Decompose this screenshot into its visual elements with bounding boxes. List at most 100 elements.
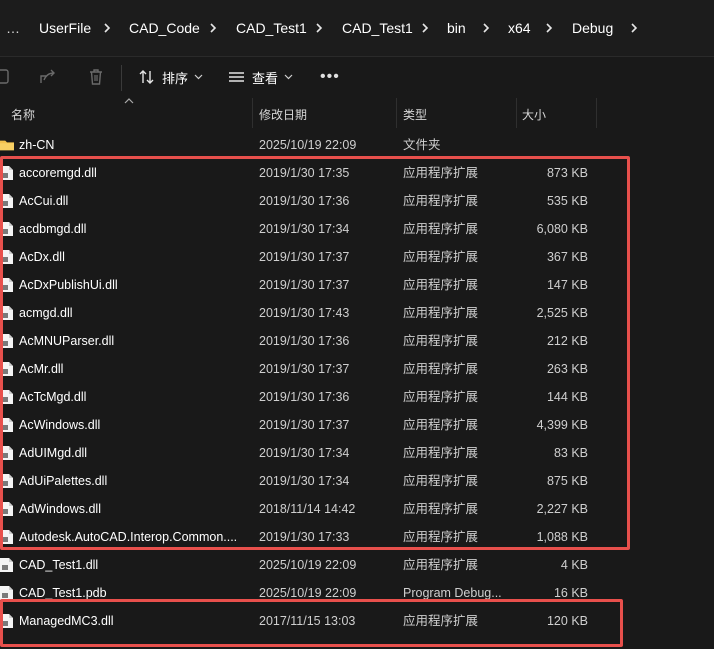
share-icon[interactable] bbox=[38, 67, 58, 87]
column-divider[interactable] bbox=[596, 98, 597, 128]
dll-file-icon bbox=[0, 166, 13, 180]
file-row[interactable]: AdWindows.dll 2018/11/14 14:42 应用程序扩展 2,227… bbox=[0, 495, 714, 523]
dll-file-icon bbox=[0, 362, 13, 376]
file-row[interactable]: zh-CN 2025/10/19 22:09 文件夹 bbox=[0, 131, 714, 159]
file-size: 535 KB bbox=[546, 194, 588, 208]
pdb-file-icon bbox=[0, 586, 13, 600]
file-modified-date: 2019/1/30 17:37 bbox=[259, 362, 350, 376]
chevron-right-icon[interactable] bbox=[419, 18, 431, 38]
file-row[interactable]: AdUiPalettes.dll 2019/1/30 17:34 应用程序扩展 875… bbox=[0, 467, 714, 495]
file-row[interactable]: AcCui.dll 2019/1/30 17:36 应用程序扩展 535 KB bbox=[0, 187, 714, 215]
file-size: 367 KB bbox=[546, 250, 588, 264]
file-size: 875 KB bbox=[546, 474, 588, 488]
file-row[interactable]: AdUIMgd.dll 2019/1/30 17:34 应用程序扩展 83 KB bbox=[0, 439, 714, 467]
copy-icon[interactable] bbox=[0, 67, 14, 87]
dll-file-icon bbox=[0, 614, 13, 628]
breadcrumb-overflow-button[interactable]: … bbox=[6, 18, 21, 38]
file-modified-date: 2019/1/30 17:36 bbox=[259, 390, 350, 404]
file-name: AcMNUParser.dll bbox=[19, 334, 115, 348]
file-modified-date: 2019/1/30 17:33 bbox=[259, 530, 350, 544]
file-modified-date: 2019/1/30 17:43 bbox=[259, 306, 350, 320]
view-label: 查看 bbox=[252, 70, 279, 86]
file-type: 应用程序扩展 bbox=[403, 306, 479, 320]
chevron-right-icon[interactable] bbox=[543, 18, 555, 38]
file-row[interactable]: acmgd.dll 2019/1/30 17:43 应用程序扩展 2,525 KB bbox=[0, 299, 714, 327]
file-row[interactable]: AcTcMgd.dll 2019/1/30 17:36 应用程序扩展 144 KB bbox=[0, 383, 714, 411]
dll-file-icon bbox=[0, 418, 13, 432]
column-divider[interactable] bbox=[516, 98, 517, 128]
file-modified-date: 2025/10/19 22:09 bbox=[259, 558, 357, 572]
chevron-right-icon[interactable] bbox=[101, 18, 113, 38]
file-row[interactable]: CAD_Test1.pdb 2025/10/19 22:09 Program Deb… bbox=[0, 579, 714, 607]
file-row[interactable]: AcDxPublishUi.dll 2019/1/30 17:37 应用程序扩展 14… bbox=[0, 271, 714, 299]
file-row[interactable]: accoremgd.dll 2019/1/30 17:35 应用程序扩展 873 KB bbox=[0, 159, 714, 187]
dll-file-icon bbox=[0, 474, 13, 488]
dll-file-icon bbox=[0, 194, 13, 208]
file-modified-date: 2025/10/19 22:09 bbox=[259, 586, 357, 600]
file-name: AcMr.dll bbox=[19, 362, 64, 376]
file-size: 147 KB bbox=[546, 278, 588, 292]
column-header: 名称 修改日期 类型 大小 bbox=[0, 98, 714, 128]
file-name: acdbmgd.dll bbox=[19, 222, 87, 236]
breadcrumb-item-userfile[interactable]: UserFile bbox=[39, 18, 91, 38]
file-row[interactable]: AcWindows.dll 2019/1/30 17:37 应用程序扩展 4,399 … bbox=[0, 411, 714, 439]
more-options-button[interactable]: ••• bbox=[320, 68, 340, 86]
file-name: AdUIMgd.dll bbox=[19, 446, 88, 460]
file-size: 4 KB bbox=[560, 558, 588, 572]
sort-label: 排序 bbox=[162, 70, 189, 86]
file-row[interactable]: AcMNUParser.dll 2019/1/30 17:36 应用程序扩展 212 … bbox=[0, 327, 714, 355]
column-divider[interactable] bbox=[396, 98, 397, 128]
file-row[interactable]: ManagedMC3.dll 2017/11/15 13:03 应用程序扩展 120 … bbox=[0, 607, 714, 635]
file-type: 应用程序扩展 bbox=[403, 614, 479, 628]
file-row[interactable]: AcDx.dll 2019/1/30 17:37 应用程序扩展 367 KB bbox=[0, 243, 714, 271]
file-name: CAD_Test1.pdb bbox=[19, 586, 107, 600]
column-name-header[interactable]: 名称 bbox=[11, 106, 35, 123]
file-row[interactable]: acdbmgd.dll 2019/1/30 17:34 应用程序扩展 6,080 KB bbox=[0, 215, 714, 243]
file-size: 6,080 KB bbox=[536, 222, 588, 236]
file-size: 2,525 KB bbox=[536, 306, 588, 320]
breadcrumb-item-cad-test1[interactable]: CAD_Test1 bbox=[236, 18, 307, 38]
breadcrumb-item-cad-test1-sub[interactable]: CAD_Test1 bbox=[342, 18, 413, 38]
file-type: 应用程序扩展 bbox=[403, 222, 479, 236]
file-row[interactable]: CAD_Test1.dll 2025/10/19 22:09 应用程序扩展 4 KB bbox=[0, 551, 714, 579]
column-type-header[interactable]: 类型 bbox=[403, 106, 427, 123]
file-name: AcDxPublishUi.dll bbox=[19, 278, 118, 292]
dll-file-icon bbox=[0, 278, 13, 292]
file-type: 应用程序扩展 bbox=[403, 334, 479, 348]
breadcrumb-item-x64[interactable]: x64 bbox=[508, 18, 531, 38]
file-modified-date: 2017/11/15 13:03 bbox=[259, 614, 356, 628]
file-name: ManagedMC3.dll bbox=[19, 614, 114, 628]
command-toolbar: 排序 查看 ••• bbox=[0, 57, 714, 97]
column-modified-header[interactable]: 修改日期 bbox=[259, 106, 307, 123]
file-row[interactable]: Autodesk.AutoCAD.Interop.Common.... 2019/… bbox=[0, 523, 714, 551]
chevron-right-icon[interactable] bbox=[207, 18, 219, 38]
file-size: 263 KB bbox=[546, 362, 588, 376]
chevron-right-icon[interactable] bbox=[480, 18, 492, 38]
dll-file-icon bbox=[0, 222, 13, 236]
file-type: 应用程序扩展 bbox=[403, 278, 479, 292]
file-modified-date: 2019/1/30 17:35 bbox=[259, 166, 350, 180]
file-name: AdWindows.dll bbox=[19, 502, 101, 516]
breadcrumb-item-debug[interactable]: Debug bbox=[572, 18, 613, 38]
breadcrumb-item-bin[interactable]: bin bbox=[447, 18, 466, 38]
sort-icon bbox=[139, 70, 154, 84]
chevron-right-icon[interactable] bbox=[313, 18, 325, 38]
file-name: AcWindows.dll bbox=[19, 418, 101, 432]
dll-file-icon bbox=[0, 558, 13, 572]
column-divider[interactable] bbox=[252, 98, 253, 128]
chevron-right-icon[interactable] bbox=[628, 18, 640, 38]
delete-icon[interactable] bbox=[86, 67, 106, 87]
file-row[interactable]: AcMr.dll 2019/1/30 17:37 应用程序扩展 263 KB bbox=[0, 355, 714, 383]
sort-button[interactable]: 排序 bbox=[138, 66, 203, 88]
file-size: 1,088 KB bbox=[536, 530, 588, 544]
file-size: 212 KB bbox=[546, 334, 588, 348]
file-modified-date: 2019/1/30 17:37 bbox=[259, 418, 350, 432]
breadcrumb-item-cad-code[interactable]: CAD_Code bbox=[129, 18, 200, 38]
file-modified-date: 2025/10/19 22:09 bbox=[259, 138, 357, 152]
view-button[interactable]: 查看 bbox=[228, 66, 293, 88]
dll-file-icon bbox=[0, 306, 13, 320]
dll-file-icon bbox=[0, 502, 13, 516]
file-modified-date: 2019/1/30 17:34 bbox=[259, 474, 350, 488]
dll-file-icon bbox=[0, 446, 13, 460]
column-size-header[interactable]: 大小 bbox=[522, 106, 546, 123]
